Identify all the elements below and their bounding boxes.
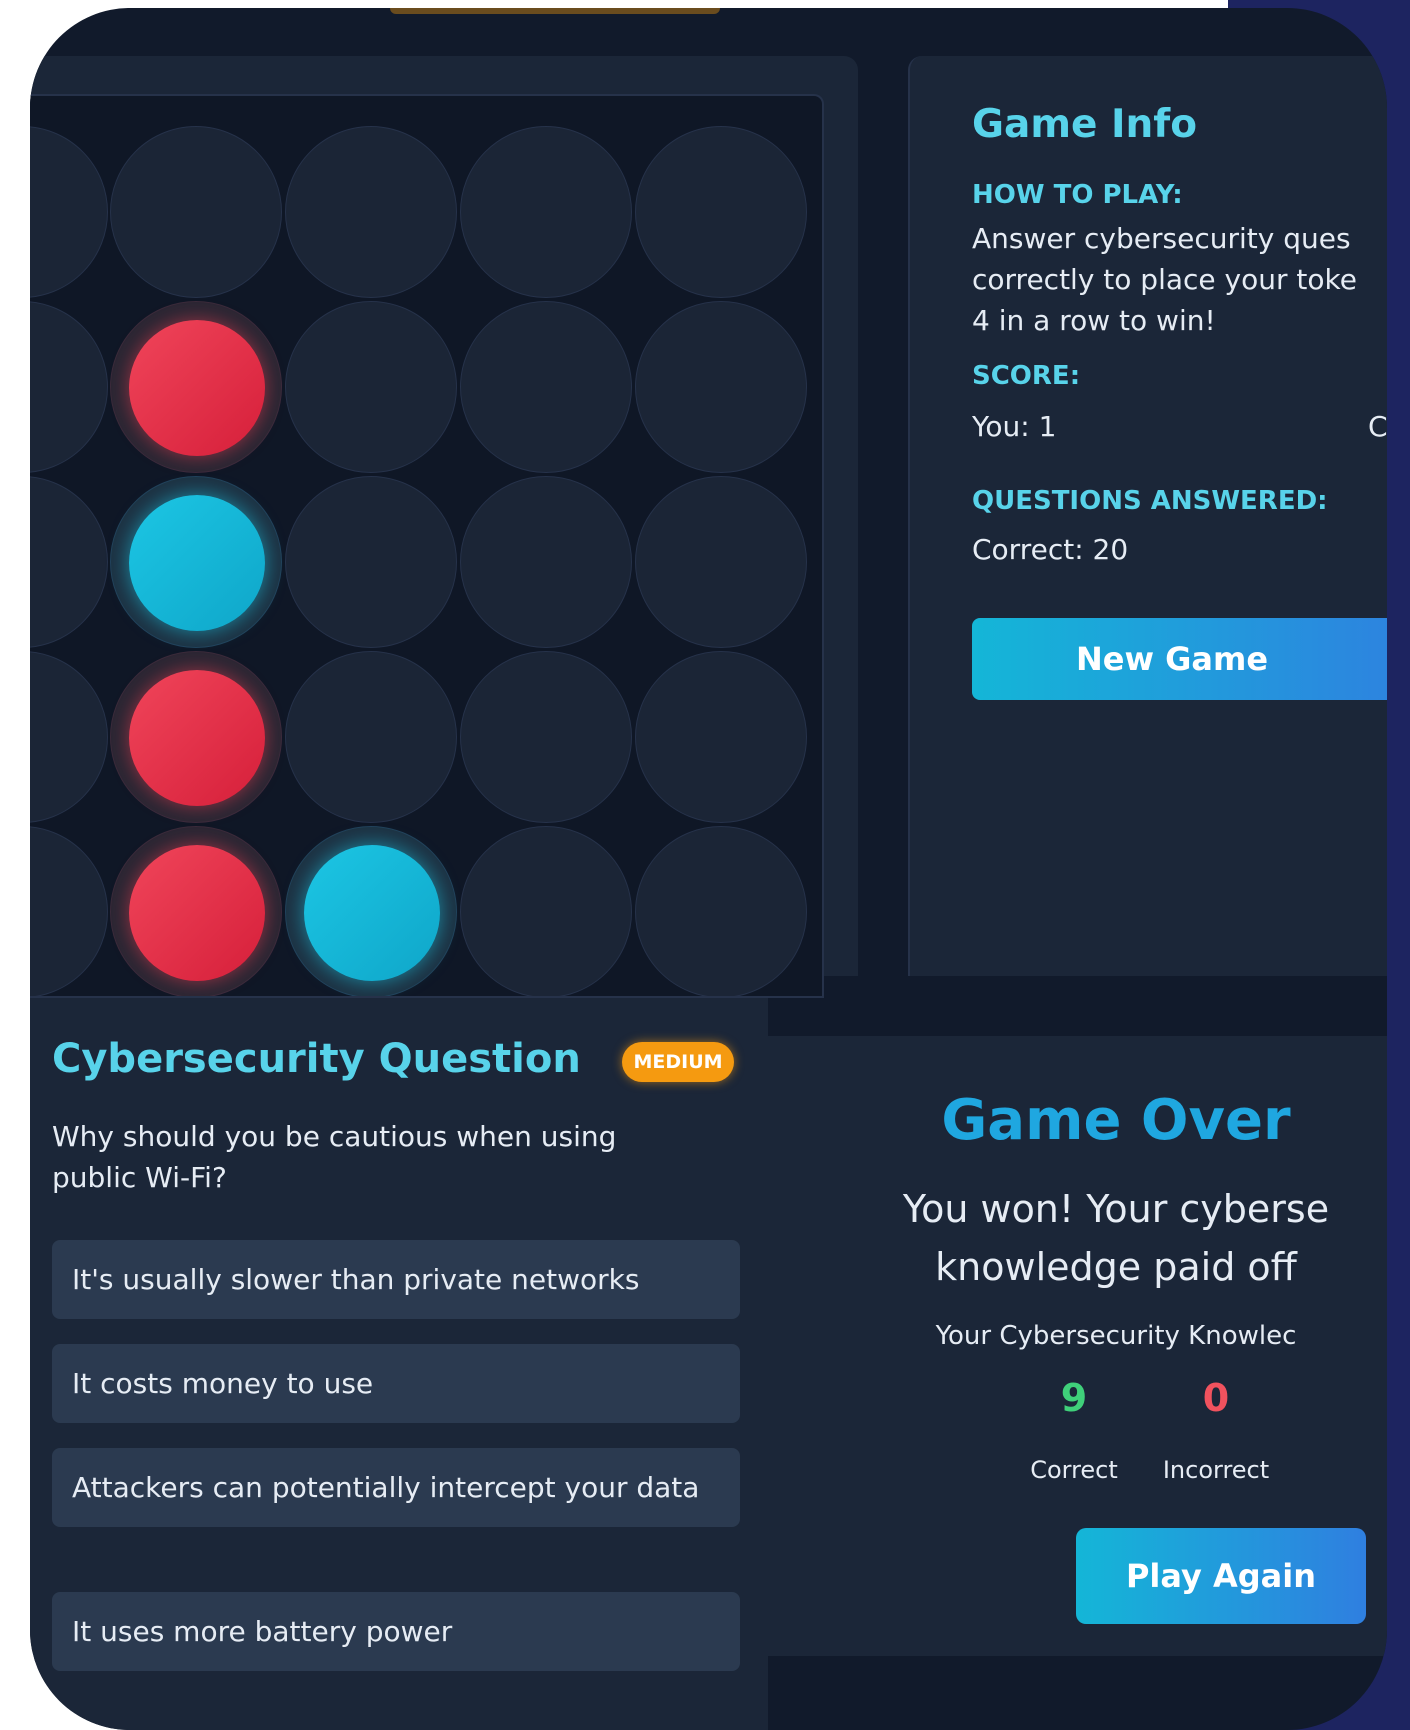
game-board[interactable]	[30, 94, 824, 998]
top-header-accent	[390, 8, 720, 14]
board-token-red[interactable]	[110, 301, 282, 473]
board-slot-empty[interactable]	[460, 826, 632, 996]
score-heading: SCORE:	[972, 361, 1081, 391]
score-opponent: Co	[1368, 410, 1387, 443]
board-slot-empty[interactable]	[635, 301, 807, 473]
board-slot-empty[interactable]	[110, 126, 282, 298]
board-slot-empty[interactable]	[460, 651, 632, 823]
board-slot-empty[interactable]	[30, 476, 108, 648]
how-to-play-line-3: 4 in a row to win!	[972, 304, 1216, 337]
incorrect-count: 0	[1202, 1376, 1230, 1420]
how-to-play-heading: HOW TO PLAY:	[972, 180, 1183, 210]
correct-label: Correct	[1030, 1456, 1118, 1484]
score-you: You: 1	[972, 410, 1057, 443]
answer-option-3[interactable]: Attackers can potentially intercept your…	[52, 1448, 740, 1527]
play-again-button[interactable]: Play Again	[1076, 1528, 1366, 1624]
board-slot-empty[interactable]	[635, 651, 807, 823]
board-slot-empty[interactable]	[285, 651, 457, 823]
board-slot-empty[interactable]	[30, 301, 108, 473]
game-over-message: You won! Your cyberse knowledge paid off	[766, 1180, 1387, 1296]
board-slot-empty[interactable]	[460, 301, 632, 473]
difficulty-badge: MEDIUM	[622, 1042, 734, 1082]
answer-option-2[interactable]: It costs money to use	[52, 1344, 740, 1423]
question-panel: Cybersecurity Question MEDIUM Why should…	[30, 998, 768, 1730]
incorrect-label: Incorrect	[1162, 1456, 1270, 1484]
game-info-panel: Game Info HOW TO PLAY: Answer cybersecur…	[908, 56, 1387, 976]
game-over-panel: Game Over You won! Your cyberse knowledg…	[766, 1036, 1387, 1656]
board-slot-empty[interactable]	[30, 826, 108, 996]
board-token-red[interactable]	[110, 826, 282, 996]
correct-answers-count: Correct: 20	[972, 533, 1129, 566]
board-slot-empty[interactable]	[285, 301, 457, 473]
board-slot-empty[interactable]	[635, 476, 807, 648]
board-slot-empty[interactable]	[30, 651, 108, 823]
board-token-blue[interactable]	[285, 826, 457, 996]
game-over-title: Game Over	[941, 1088, 1291, 1153]
board-slot-empty[interactable]	[460, 476, 632, 648]
board-slot-empty[interactable]	[285, 476, 457, 648]
board-slot-empty[interactable]	[460, 126, 632, 298]
board-slot-empty[interactable]	[635, 826, 807, 996]
answer-option-4[interactable]: It uses more battery power	[52, 1592, 740, 1671]
questions-answered-heading: QUESTIONS ANSWERED:	[972, 486, 1328, 516]
question-title: Cybersecurity Question	[52, 1036, 581, 1082]
app-window: Game Info HOW TO PLAY: Answer cybersecur…	[30, 8, 1387, 1730]
board-panel	[30, 56, 858, 998]
board-slot-empty[interactable]	[30, 126, 108, 298]
board-token-red[interactable]	[110, 651, 282, 823]
question-text: Why should you be cautious when using pu…	[52, 1120, 617, 1194]
board-token-blue[interactable]	[110, 476, 282, 648]
board-slot-empty[interactable]	[635, 126, 807, 298]
game-over-message-line-2: knowledge paid off	[935, 1245, 1297, 1289]
board-slot-empty[interactable]	[285, 126, 457, 298]
how-to-play-line-1: Answer cybersecurity ques	[972, 222, 1351, 255]
game-info-title: Game Info	[972, 102, 1198, 147]
new-game-button[interactable]: New Game	[972, 618, 1387, 700]
correct-count: 9	[1060, 1376, 1088, 1420]
answer-option-1[interactable]: It's usually slower than private network…	[52, 1240, 740, 1319]
knowledge-label: Your Cybersecurity Knowlec	[935, 1321, 1297, 1351]
game-over-message-line-1: You won! Your cyberse	[902, 1187, 1330, 1231]
how-to-play-line-2: correctly to place your toke	[972, 263, 1357, 296]
